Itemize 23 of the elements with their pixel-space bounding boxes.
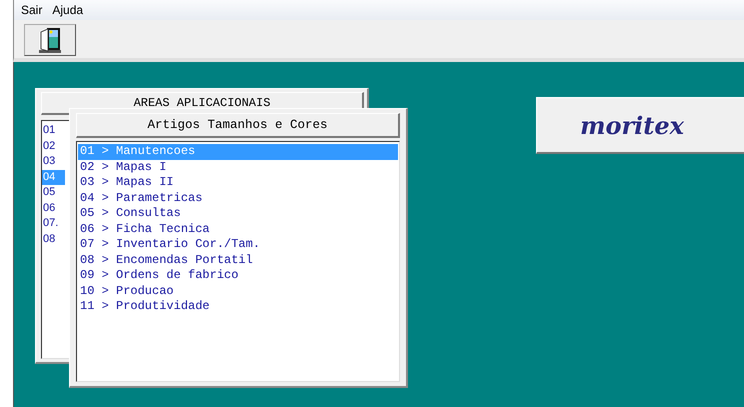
list-item[interactable]: 08 > Encomendas Portatil [78, 252, 398, 268]
list-item[interactable]: 10 > Producao [78, 284, 398, 299]
list-item[interactable]: 02 [42, 138, 65, 154]
list-item[interactable]: 03 > Mapas II [78, 175, 398, 190]
list-item[interactable]: 07. [42, 216, 65, 232]
list-item[interactable]: 11 > Produtividade [78, 299, 398, 314]
menu-item[interactable]: Sair [21, 3, 42, 17]
logo: moritex [580, 110, 684, 140]
menu-item[interactable]: Ajuda [52, 3, 84, 17]
list-item[interactable]: 02 > Mapas I [78, 160, 398, 175]
list-item[interactable]: 05 [42, 185, 65, 200]
list-item[interactable]: 08 [42, 232, 65, 247]
list-item[interactable]: 07 > Inventario Cor./Tam. [78, 237, 398, 252]
exit-button[interactable] [24, 24, 76, 56]
list-item[interactable]: 04 > Parametricas [78, 190, 398, 206]
list-item[interactable]: 01 [42, 123, 65, 138]
list-item[interactable]: 06 [42, 200, 65, 216]
list-item[interactable]: 06 > Ficha Tecnica [78, 222, 398, 237]
list-item[interactable]: 03 [42, 154, 65, 170]
window-title: Artigos Tamanhos e Cores [76, 113, 400, 138]
list-item[interactable]: 09 > Ordens de fabrico [78, 268, 398, 284]
door-icon [37, 26, 63, 54]
list-item[interactable]: 05 > Consultas [78, 206, 398, 222]
